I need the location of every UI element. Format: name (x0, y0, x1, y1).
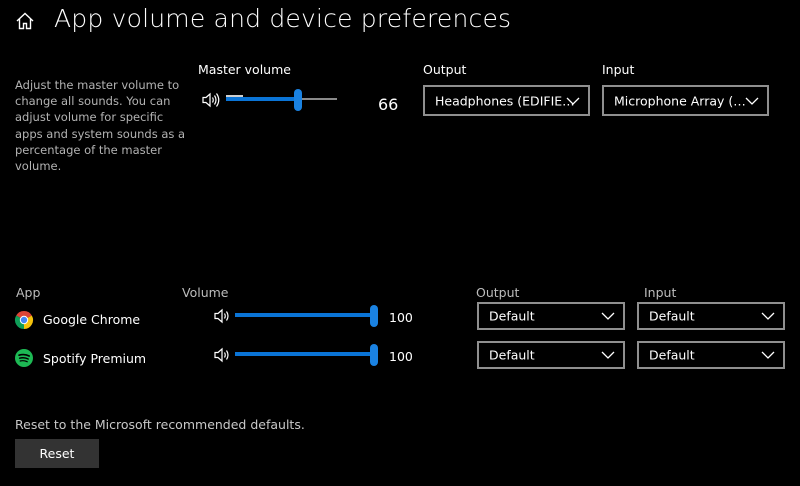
dropdown-value: Default (649, 308, 695, 324)
dropdown-value: Microphone Array (… (614, 93, 746, 108)
apps-column-volume: Volume (182, 285, 229, 300)
master-volume-value: 66 (378, 95, 399, 114)
chevron-down-icon (601, 351, 615, 359)
chevron-down-icon (761, 312, 775, 320)
slider-fill (226, 97, 296, 101)
spotify-volume-slider[interactable] (235, 344, 378, 366)
apps-column-input: Input (644, 285, 677, 300)
chrome-volume-value: 100 (389, 310, 413, 325)
master-volume-slider[interactable] (226, 89, 337, 111)
app-name-chrome: Google Chrome (43, 312, 141, 327)
dropdown-value: Default (489, 347, 535, 363)
chrome-input-dropdown[interactable]: Default (637, 302, 785, 330)
spotify-input-dropdown[interactable]: Default (637, 341, 785, 369)
reset-description: Reset to the Microsoft recommended defau… (15, 417, 305, 432)
speaker-icon[interactable] (213, 347, 233, 363)
reset-button[interactable]: Reset (15, 439, 99, 468)
dropdown-value: Default (649, 347, 695, 363)
output-label: Output (423, 62, 467, 77)
chevron-down-icon (601, 312, 615, 320)
chevron-down-icon (761, 351, 775, 359)
spotify-icon (14, 348, 34, 368)
spotify-output-dropdown[interactable]: Default (477, 341, 625, 369)
master-volume-label: Master volume (198, 62, 291, 77)
input-label: Input (602, 62, 635, 77)
slider-thumb[interactable] (294, 89, 302, 111)
chrome-icon (14, 310, 34, 330)
master-output-dropdown[interactable]: Headphones (EDIFIE… (423, 85, 590, 116)
dropdown-value: Default (489, 308, 535, 324)
volume-meter (226, 95, 243, 97)
dropdown-value: Headphones (EDIFIE… (435, 93, 575, 108)
speaker-icon[interactable] (213, 308, 233, 324)
spotify-volume-value: 100 (389, 349, 413, 364)
page-title: App volume and device preferences (54, 4, 512, 33)
slider-thumb[interactable] (370, 344, 378, 366)
home-icon[interactable] (14, 10, 36, 32)
chrome-output-dropdown[interactable]: Default (477, 302, 625, 330)
slider-thumb[interactable] (370, 305, 378, 327)
master-input-dropdown[interactable]: Microphone Array (… (602, 85, 769, 116)
chrome-volume-slider[interactable] (235, 305, 378, 327)
apps-column-app: App (16, 285, 41, 300)
apps-column-output: Output (476, 285, 520, 300)
chevron-down-icon (745, 97, 759, 105)
slider-fill (235, 352, 372, 356)
app-name-spotify: Spotify Premium (43, 351, 147, 366)
chevron-down-icon (566, 97, 580, 105)
slider-fill (235, 313, 372, 317)
speaker-icon[interactable] (201, 92, 221, 108)
master-volume-description: Adjust the master volume to change all s… (15, 78, 186, 174)
